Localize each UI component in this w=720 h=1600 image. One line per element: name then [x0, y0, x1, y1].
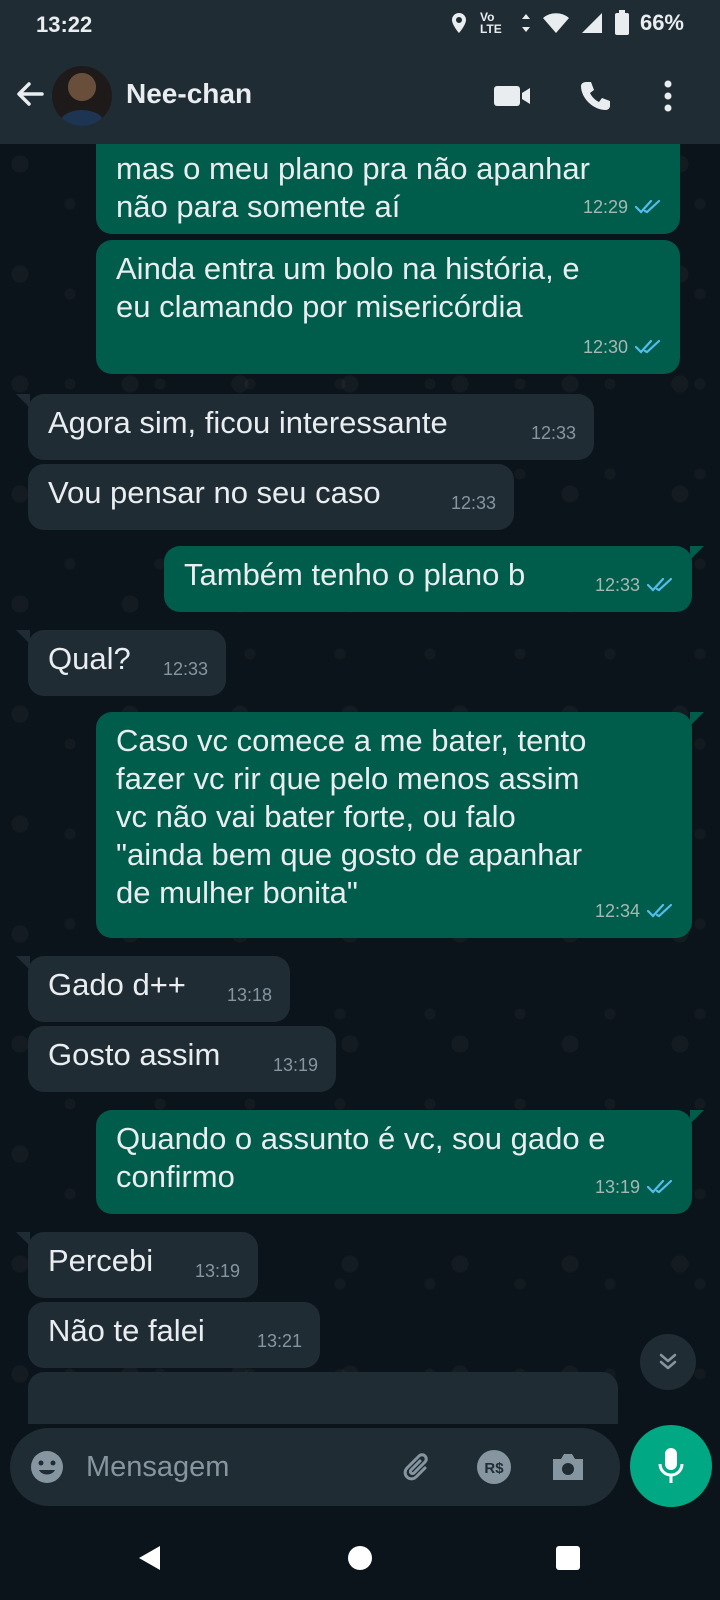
message-bubble[interactable]: Gosto assim 13:19: [28, 1026, 336, 1092]
voice-call-button[interactable]: [575, 76, 615, 116]
voice-message-button[interactable]: [630, 1425, 712, 1507]
arrow-left-icon: [17, 82, 44, 106]
payment-button[interactable]: R$: [474, 1447, 514, 1487]
message-bubble[interactable]: Qual? 12:33: [28, 630, 226, 696]
camera-button[interactable]: [548, 1447, 588, 1487]
nav-recents-button[interactable]: [546, 1536, 590, 1580]
back-button[interactable]: [12, 76, 52, 116]
circle-home-icon: [348, 1546, 372, 1570]
emoji-icon: [31, 1451, 63, 1483]
status-bar: 13:22 Vo LTE 66%: [0, 0, 720, 48]
emoji-button[interactable]: [28, 1448, 66, 1491]
message-time: 13:19: [594, 1177, 640, 1197]
bubble-tail: [690, 546, 704, 560]
avatar[interactable]: [52, 66, 112, 126]
status-time: 13:22: [36, 12, 93, 37]
message-list[interactable]: mas o meu plano pra não apanhar não para…: [0, 144, 720, 1424]
status-icons: Vo LTE 66%: [448, 10, 684, 36]
message-meta: 12:34: [595, 892, 674, 930]
message-composer: R$: [10, 1428, 620, 1506]
wifi-icon: [542, 13, 569, 33]
data-arrows-icon: [521, 14, 530, 32]
double-check-read-icon: [646, 577, 673, 592]
message-input[interactable]: [84, 1444, 388, 1490]
message-meta: 12:33: [451, 484, 496, 522]
more-options-button[interactable]: [648, 76, 688, 116]
attach-button[interactable]: [398, 1447, 438, 1487]
message-meta: 12:33: [531, 414, 576, 452]
message-bubble[interactable]: Gado d++ 13:18: [28, 956, 290, 1022]
paperclip-icon: [403, 1453, 428, 1481]
square-recents-icon: [556, 1546, 580, 1570]
message-time: 13:21: [256, 1331, 302, 1351]
message-meta: 13:21: [257, 1322, 302, 1360]
double-check-read-icon: [646, 1179, 673, 1194]
bubble-tail: [690, 712, 704, 726]
message-meta: 12:33: [595, 566, 674, 604]
chevron-double-down-icon: [659, 1353, 677, 1370]
message-meta: 12:33: [163, 650, 208, 688]
scroll-to-bottom-button[interactable]: [640, 1334, 696, 1390]
message-time: 12:33: [450, 493, 496, 513]
message-bubble[interactable]: Vou pensar no seu caso 12:33: [28, 464, 514, 530]
message-time: 13:19: [194, 1261, 240, 1281]
message-time: 13:19: [272, 1055, 318, 1075]
message-text: mas o meu plano pra não apanhar não para…: [116, 151, 590, 224]
message-meta: 12:29: [583, 188, 662, 226]
message-text: Vou pensar no seu caso: [48, 475, 381, 510]
message-time: 12:29: [582, 197, 628, 217]
message-text: Ainda entra um bolo na história, e eu cl…: [116, 251, 580, 324]
message-bubble[interactable]: Caso vc comece a me bater, tento fazer v…: [96, 712, 692, 938]
video-call-button[interactable]: [492, 76, 532, 116]
message-meta: 13:19: [595, 1168, 674, 1206]
message-bubble[interactable]: mas o meu plano pra não apanhar não para…: [96, 144, 680, 234]
message-text: Quando o assunto é vc, sou gado e confir…: [116, 1121, 606, 1194]
message-bubble[interactable]: Também tenho o plano b 12:33: [164, 546, 692, 612]
message-bubble[interactable]: Percebi 13:19: [28, 1232, 258, 1298]
message-meta: 13:18: [227, 976, 272, 1014]
system-nav-bar: [0, 1516, 720, 1600]
chat-header: Nee-chan: [0, 48, 720, 144]
bubble-tail: [690, 1110, 704, 1124]
double-check-read-icon: [634, 339, 661, 354]
message-meta: 12:30: [583, 328, 662, 366]
svg-text:R$: R$: [484, 1460, 504, 1477]
message-time: 12:33: [594, 575, 640, 595]
double-check-read-icon: [634, 199, 661, 214]
battery-icon: [614, 10, 629, 35]
message-time: 12:33: [530, 423, 576, 443]
phone-icon: [581, 82, 610, 110]
message-text: Caso vc comece a me bater, tento fazer v…: [116, 723, 587, 910]
message-time: 12:30: [582, 337, 628, 357]
avatar-figure: [60, 110, 104, 126]
nav-home-button[interactable]: [338, 1536, 382, 1580]
message-bubble[interactable]: Agora sim, ficou interessante 12:33: [28, 394, 594, 460]
message-bubble[interactable]: Quando o assunto é vc, sou gado e confir…: [96, 1110, 692, 1214]
triangle-back-icon: [139, 1546, 160, 1570]
message-bubble[interactable]: Não te falei 13:21: [28, 1302, 320, 1368]
currency-real-icon: R$: [477, 1450, 511, 1484]
location-icon: [451, 13, 466, 33]
video-camera-icon: [494, 86, 530, 106]
signal-icon: [581, 13, 602, 33]
message-meta: 13:19: [195, 1252, 240, 1290]
message-time: 12:34: [594, 901, 640, 921]
microphone-icon: [658, 1448, 684, 1483]
contact-name[interactable]: Nee-chan: [126, 78, 252, 110]
battery-percent: 66%: [639, 10, 684, 35]
volte-icon: Vo LTE: [479, 10, 502, 36]
message-text: Agora sim, ficou interessante: [48, 405, 448, 440]
message-bubble[interactable]: Ainda entra um bolo na história, e eu cl…: [96, 240, 680, 374]
message-time: 13:18: [226, 985, 272, 1005]
more-vertical-icon: [664, 80, 672, 112]
message-time: 12:33: [162, 659, 208, 679]
message-meta: 13:19: [273, 1046, 318, 1084]
nav-back-button[interactable]: [128, 1536, 172, 1580]
double-check-read-icon: [646, 903, 673, 918]
message-bubble-partial[interactable]: [28, 1372, 618, 1424]
camera-icon: [553, 1454, 583, 1480]
